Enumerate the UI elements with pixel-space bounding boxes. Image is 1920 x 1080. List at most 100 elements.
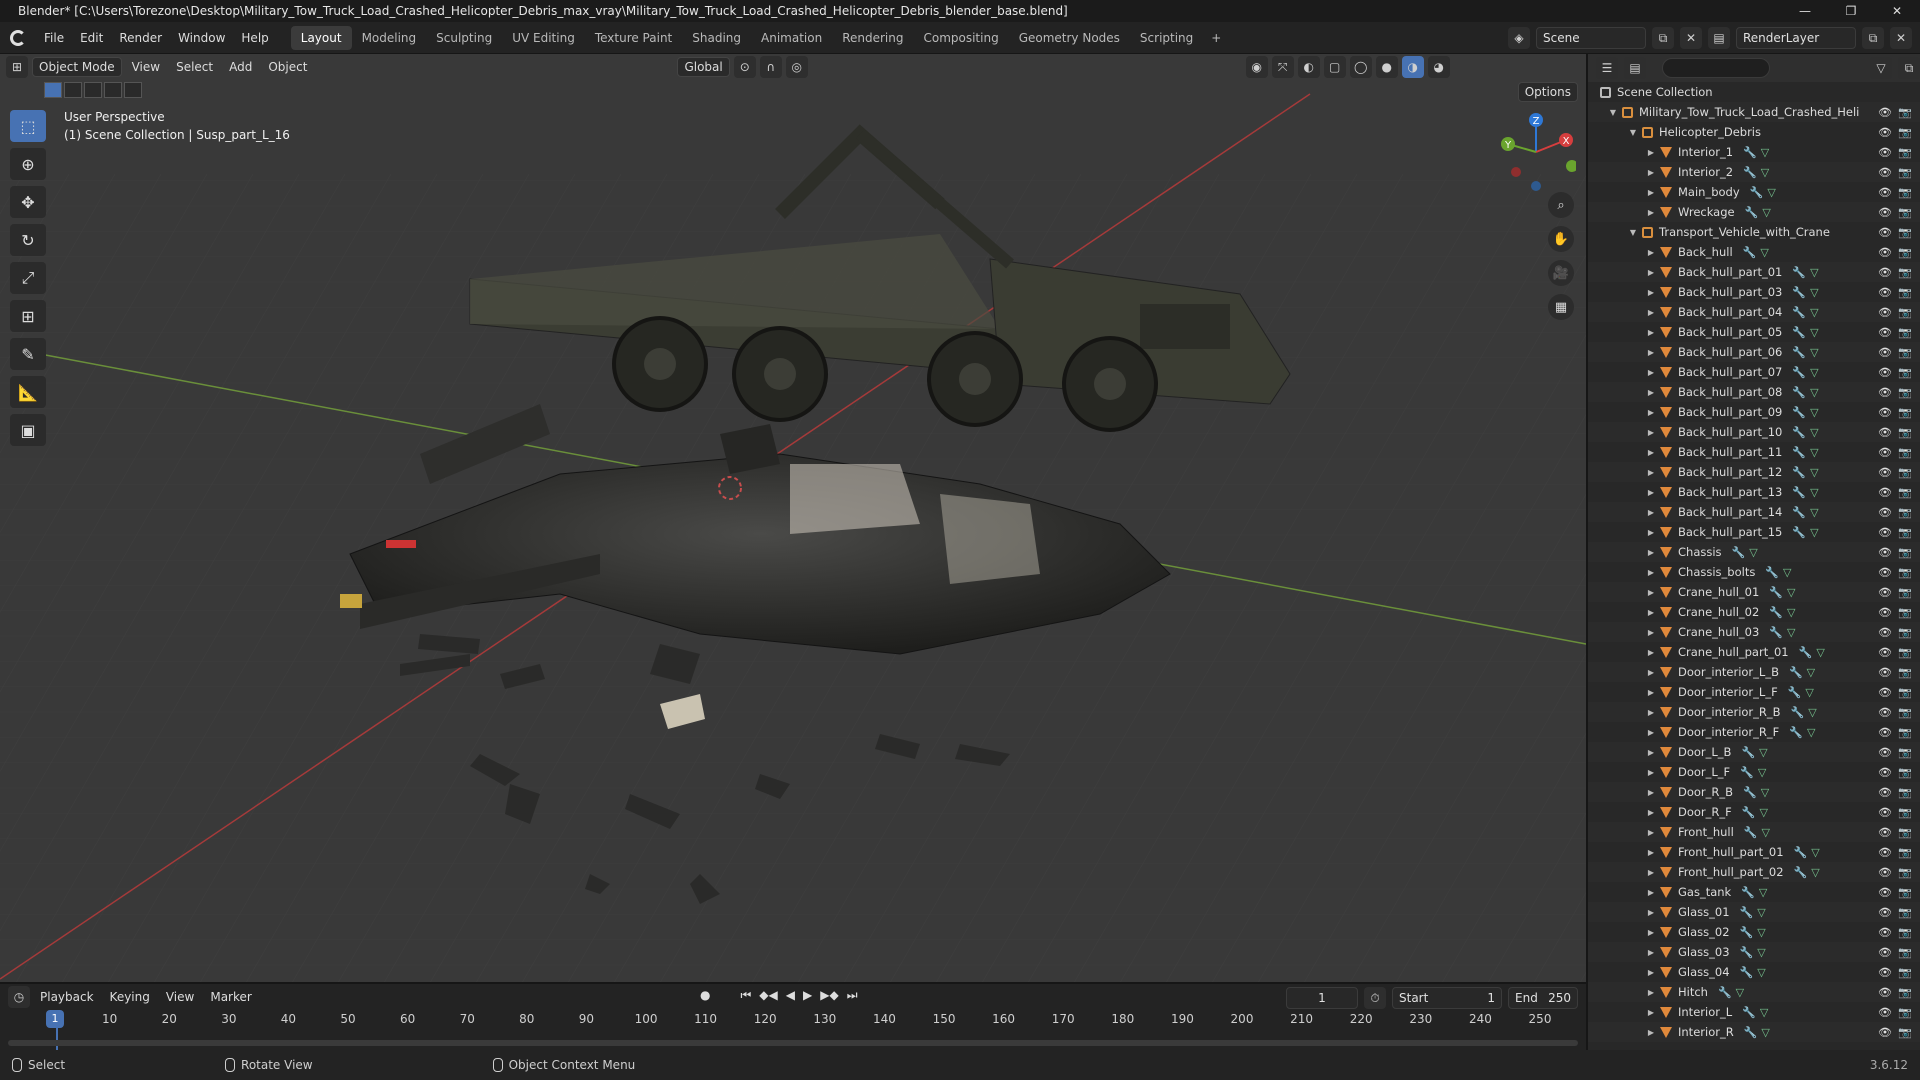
- timeline-scrollbar[interactable]: [8, 1040, 1578, 1046]
- modifier-wrench-icon[interactable]: 🔧: [1745, 206, 1759, 219]
- render-camera-icon[interactable]: 📷: [1898, 906, 1912, 919]
- expand-arrow-icon[interactable]: ▶: [1646, 928, 1656, 937]
- visibility-eye-icon[interactable]: 👁: [1878, 346, 1892, 359]
- rotate-tool-icon[interactable]: ↻: [10, 224, 46, 256]
- mesh-data-icon[interactable]: ▽: [1759, 806, 1767, 819]
- select-box-tool-icon[interactable]: ⬚: [10, 110, 46, 142]
- outliner-object-row[interactable]: ▶ Back_hull_part_01 🔧 ▽ 👁 📷: [1588, 262, 1920, 282]
- add-cube-tool-icon[interactable]: ▣: [10, 414, 46, 446]
- expand-arrow-icon[interactable]: ▶: [1646, 288, 1656, 297]
- visibility-eye-icon[interactable]: 👁: [1878, 406, 1892, 419]
- camera-view-icon[interactable]: 🎥: [1548, 260, 1574, 286]
- start-frame-field[interactable]: Start 1: [1392, 987, 1502, 1009]
- expand-arrow-icon[interactable]: ▶: [1646, 1028, 1656, 1037]
- mesh-data-icon[interactable]: ▽: [1807, 666, 1815, 679]
- expand-arrow-icon[interactable]: ▶: [1646, 428, 1656, 437]
- modifier-wrench-icon[interactable]: 🔧: [1744, 1026, 1758, 1039]
- mesh-data-icon[interactable]: ▽: [1736, 986, 1744, 999]
- tab-scripting[interactable]: Scripting: [1130, 26, 1203, 50]
- expand-arrow-icon[interactable]: ▶: [1646, 768, 1656, 777]
- new-scene-icon[interactable]: ⧉: [1652, 27, 1674, 49]
- modifier-wrench-icon[interactable]: 🔧: [1743, 786, 1757, 799]
- play-reverse-icon[interactable]: ◀: [786, 988, 795, 1003]
- viewport-scene[interactable]: [0, 54, 1586, 982]
- visibility-eye-icon[interactable]: 👁: [1878, 646, 1892, 659]
- render-camera-icon[interactable]: 📷: [1898, 386, 1912, 399]
- outliner-object-row[interactable]: ▶ Chassis 🔧 ▽ 👁 📷: [1588, 542, 1920, 562]
- select-intersect-icon[interactable]: [124, 82, 142, 98]
- viewport-menu-select[interactable]: Select: [170, 60, 219, 74]
- render-camera-icon[interactable]: 📷: [1898, 506, 1912, 519]
- outliner-object-row[interactable]: ▶ Glass_03 🔧 ▽ 👁 📷: [1588, 942, 1920, 962]
- expand-arrow-icon[interactable]: ▶: [1646, 868, 1656, 877]
- outliner-object-row[interactable]: ▶ Interior_R 🔧 ▽ 👁 📷: [1588, 1022, 1920, 1042]
- expand-arrow-icon[interactable]: ▶: [1646, 608, 1656, 617]
- jump-end-icon[interactable]: ⏭: [847, 988, 858, 1003]
- new-layer-icon[interactable]: ⧉: [1862, 27, 1884, 49]
- modifier-wrench-icon[interactable]: 🔧: [1769, 606, 1783, 619]
- gizmo-neg-y[interactable]: [1566, 160, 1576, 172]
- visibility-eye-icon[interactable]: 👁: [1878, 366, 1892, 379]
- visibility-eye-icon[interactable]: 👁: [1878, 206, 1892, 219]
- render-camera-icon[interactable]: 📷: [1898, 826, 1912, 839]
- expand-arrow-icon[interactable]: ▶: [1646, 888, 1656, 897]
- visibility-eye-icon[interactable]: 👁: [1878, 866, 1892, 879]
- menu-render[interactable]: Render: [111, 22, 170, 54]
- outliner-object-row[interactable]: ▶ Back_hull_part_03 🔧 ▽ 👁 📷: [1588, 282, 1920, 302]
- render-camera-icon[interactable]: 📷: [1898, 946, 1912, 959]
- expand-arrow-icon[interactable]: ▶: [1646, 568, 1656, 577]
- truck-collection-row[interactable]: ▼ Transport_Vehicle_with_Crane 👁 📷: [1588, 222, 1920, 242]
- render-camera-icon[interactable]: 📷: [1898, 866, 1912, 879]
- play-icon[interactable]: ▶: [803, 988, 812, 1003]
- outliner-object-row[interactable]: ▶ Back_hull_part_08 🔧 ▽ 👁 📷: [1588, 382, 1920, 402]
- visibility-eye-icon[interactable]: 👁: [1878, 446, 1892, 459]
- outliner-object-row[interactable]: ▶ Back_hull_part_15 🔧 ▽ 👁 📷: [1588, 522, 1920, 542]
- mesh-data-icon[interactable]: ▽: [1808, 706, 1816, 719]
- tab-animation[interactable]: Animation: [751, 26, 832, 50]
- outliner-object-row[interactable]: ▶ Crane_hull_01 🔧 ▽ 👁 📷: [1588, 582, 1920, 602]
- tab-geometry-nodes[interactable]: Geometry Nodes: [1009, 26, 1130, 50]
- mesh-data-icon[interactable]: ▽: [1757, 906, 1765, 919]
- mesh-data-icon[interactable]: ▽: [1810, 266, 1818, 279]
- modifier-wrench-icon[interactable]: 🔧: [1792, 526, 1806, 539]
- modifier-wrench-icon[interactable]: 🔧: [1743, 166, 1757, 179]
- outliner-object-row[interactable]: ▶ Back_hull 🔧 ▽ 👁 📷: [1588, 242, 1920, 262]
- modifier-wrench-icon[interactable]: 🔧: [1740, 906, 1754, 919]
- visibility-eye-icon[interactable]: 👁: [1878, 886, 1892, 899]
- outliner-object-row[interactable]: ▶ Door_R_F 🔧 ▽ 👁 📷: [1588, 802, 1920, 822]
- outliner-object-row[interactable]: ▶ Crane_hull_03 🔧 ▽ 👁 📷: [1588, 622, 1920, 642]
- visibility-eye-icon[interactable]: 👁: [1878, 166, 1892, 179]
- outliner-object-row[interactable]: ▶ Front_hull_part_02 🔧 ▽ 👁 📷: [1588, 862, 1920, 882]
- modifier-wrench-icon[interactable]: 🔧: [1794, 866, 1808, 879]
- menu-window[interactable]: Window: [170, 22, 233, 54]
- visibility-eye-icon[interactable]: 👁: [1878, 606, 1892, 619]
- render-camera-icon[interactable]: 📷: [1898, 226, 1912, 239]
- visibility-eye-icon[interactable]: 👁: [1878, 386, 1892, 399]
- outliner-object-row[interactable]: ▶ Door_interior_R_B 🔧 ▽ 👁 📷: [1588, 702, 1920, 722]
- expand-arrow-icon[interactable]: ▶: [1646, 168, 1656, 177]
- modifier-wrench-icon[interactable]: 🔧: [1740, 946, 1754, 959]
- expand-arrow-icon[interactable]: ▶: [1646, 248, 1656, 257]
- render-camera-icon[interactable]: 📷: [1898, 886, 1912, 899]
- outliner-object-row[interactable]: ▶ Back_hull_part_12 🔧 ▽ 👁 📷: [1588, 462, 1920, 482]
- modifier-wrench-icon[interactable]: 🔧: [1792, 306, 1806, 319]
- render-camera-icon[interactable]: 📷: [1898, 366, 1912, 379]
- expand-arrow-icon[interactable]: ▶: [1646, 808, 1656, 817]
- mesh-data-icon[interactable]: ▽: [1767, 186, 1775, 199]
- options-dropdown[interactable]: Options: [1517, 82, 1578, 102]
- render-camera-icon[interactable]: 📷: [1898, 406, 1912, 419]
- tab-modeling[interactable]: Modeling: [352, 26, 427, 50]
- modifier-wrench-icon[interactable]: 🔧: [1765, 566, 1779, 579]
- expand-arrow-icon[interactable]: ▶: [1646, 588, 1656, 597]
- mesh-data-icon[interactable]: ▽: [1810, 486, 1818, 499]
- outliner-object-row[interactable]: ▶ Interior_L 🔧 ▽ 👁 📷: [1588, 1002, 1920, 1022]
- mesh-data-icon[interactable]: ▽: [1807, 726, 1815, 739]
- timeline-editor-icon[interactable]: ◷: [8, 986, 30, 1008]
- expand-arrow-icon[interactable]: ▼: [1628, 228, 1638, 237]
- visibility-eye-icon[interactable]: 👁: [1878, 426, 1892, 439]
- visibility-eye-icon[interactable]: 👁: [1878, 806, 1892, 819]
- menu-file[interactable]: File: [36, 22, 72, 54]
- expand-arrow-icon[interactable]: ▶: [1646, 688, 1656, 697]
- mesh-data-icon[interactable]: ▽: [1810, 326, 1818, 339]
- pan-hand-icon[interactable]: ✋: [1548, 226, 1574, 252]
